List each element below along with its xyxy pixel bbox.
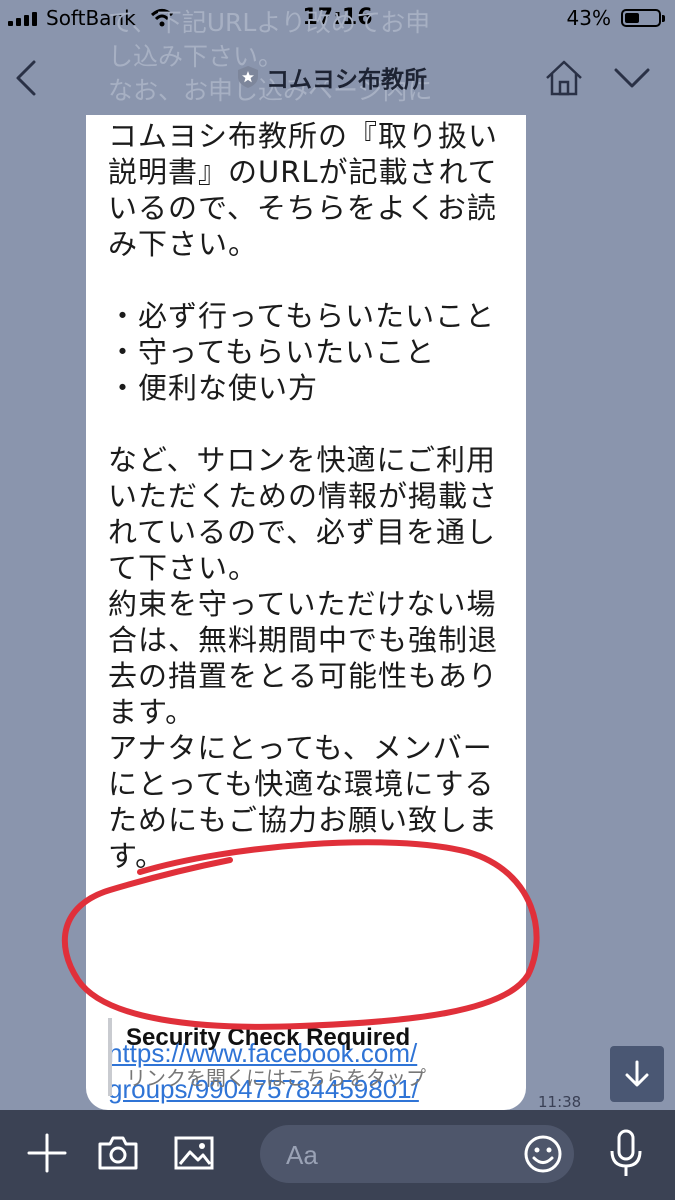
- link-preview-title: Security Check Required: [126, 1024, 411, 1051]
- chat-title-label: コムヨシ布教所: [266, 67, 427, 93]
- link-preview-subtitle: リンクを開くにはこちらをタップ: [126, 1066, 426, 1090]
- message-line: 合は、無料期間中でも強制退: [108, 623, 499, 657]
- message-line: にとっても快適な環境にする: [108, 767, 495, 801]
- message-line: いるので、そちらをよくお読: [108, 191, 497, 225]
- message-line: ます。: [108, 695, 196, 729]
- image-icon[interactable]: [172, 1132, 216, 1174]
- message-input[interactable]: [284, 1135, 508, 1175]
- message-line: アナタにとっても、メンバー: [108, 731, 493, 765]
- back-chevron-icon[interactable]: [10, 58, 44, 98]
- arrow-down-icon: [625, 1060, 649, 1087]
- message-line: 約束を守っていただけない場: [108, 587, 497, 621]
- message-line: コムヨシ布教所の『取り扱い: [108, 119, 499, 153]
- message-line: ・必ず行ってもらいたいこと: [108, 299, 496, 333]
- chevron-down-icon[interactable]: [612, 64, 652, 92]
- message-line: す。: [108, 839, 166, 873]
- plus-icon[interactable]: [26, 1132, 68, 1174]
- message-line: 説明書』のURLが記載されて: [108, 155, 498, 189]
- message-line: [108, 262, 518, 298]
- ghost-line: て、下記URLより改めてお申: [108, 8, 431, 37]
- message-text: コムヨシ布教所の『取り扱い 説明書』のURLが記載されて いるので、そちらをよくお読…: [108, 118, 518, 874]
- message-line: ためにもご協力お願い致しま: [108, 803, 499, 837]
- message-line: み下さい。: [108, 227, 259, 261]
- message-line: ・便利な使い方: [108, 371, 319, 405]
- message-line: いただくための情報が掲載さ: [108, 479, 499, 513]
- message-input-box[interactable]: [260, 1125, 574, 1183]
- message-bubble[interactable]: コムヨシ布教所の『取り扱い 説明書』のURLが記載されて いるので、そちらをよくお読…: [86, 115, 526, 1110]
- battery-icon: [621, 9, 665, 27]
- message-line: [108, 406, 518, 442]
- emoji-icon[interactable]: [522, 1133, 564, 1175]
- scroll-to-bottom-button[interactable]: [610, 1046, 664, 1102]
- message-composer: [0, 1110, 675, 1200]
- message-line: ・守ってもらいたいこと: [108, 335, 436, 369]
- home-icon[interactable]: [543, 58, 585, 98]
- microphone-icon[interactable]: [606, 1128, 646, 1180]
- camera-icon[interactable]: [96, 1132, 140, 1174]
- message-timestamp: 11:38: [538, 1093, 582, 1111]
- message-line: 去の措置をとる可能性もあり: [108, 659, 499, 693]
- message-line: など、サロンを快適にご利用: [108, 443, 496, 477]
- chat-title[interactable]: コムヨシ布教所: [236, 60, 427, 94]
- message-line: れているので、必ず目を通し: [108, 515, 496, 549]
- verified-shield-icon: [238, 66, 258, 88]
- message-line: て下さい。: [108, 551, 259, 585]
- link-preview[interactable]: Security Check Required リンクを開くにはこちらをタップ: [108, 1018, 512, 1096]
- battery-percent: 43%: [566, 6, 611, 30]
